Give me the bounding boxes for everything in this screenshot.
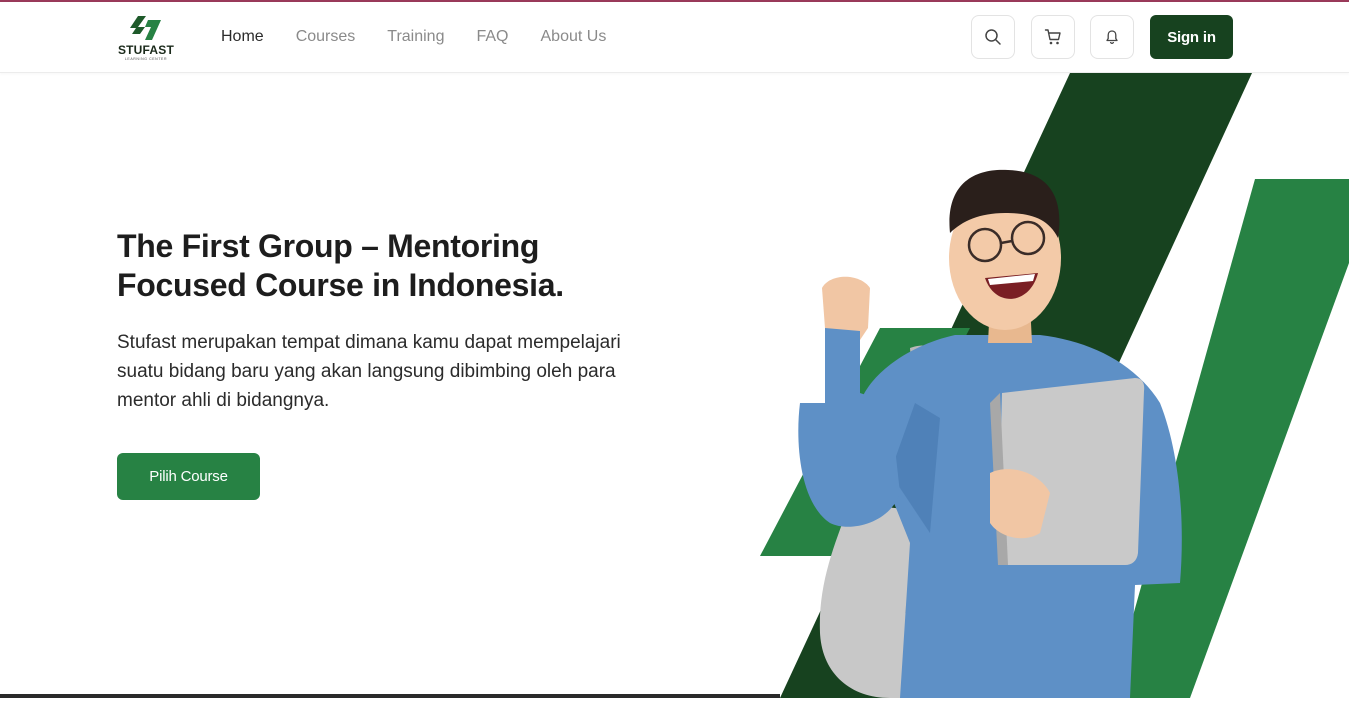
notification-button[interactable] xyxy=(1090,15,1134,59)
nav-courses[interactable]: Courses xyxy=(296,27,356,47)
nav-training[interactable]: Training xyxy=(387,27,444,47)
pilih-course-button[interactable]: Pilih Course xyxy=(117,453,260,500)
nav-home[interactable]: Home xyxy=(221,27,264,47)
logo[interactable]: STUFAST LEARNING CENTER xyxy=(116,14,176,62)
search-button[interactable] xyxy=(971,15,1015,59)
cart-button[interactable] xyxy=(1031,15,1075,59)
hero-desc-line-1: Stufast merupakan tempat dimana kamu dap… xyxy=(117,332,621,353)
bottom-divider xyxy=(0,694,780,698)
bell-icon xyxy=(1106,30,1118,45)
stufast-logo-icon xyxy=(130,16,161,40)
search-icon xyxy=(985,29,1001,45)
nav-about-us[interactable]: About Us xyxy=(541,27,607,47)
hero-desc-line-3: mentor ahli di bidangnya. xyxy=(117,390,330,411)
nav-faq[interactable]: FAQ xyxy=(476,27,508,47)
main-nav: Home Courses Training FAQ About Us xyxy=(221,27,638,47)
hero-title: The First Group – Mentoring Focused Cour… xyxy=(117,227,637,305)
hero-desc-line-2: suatu bidang baru yang akan langsung dib… xyxy=(117,361,616,382)
hero-graphic xyxy=(760,73,1349,698)
brand-name: STUFAST xyxy=(117,43,175,57)
navbar: STUFAST LEARNING CENTER Home Courses Tra… xyxy=(0,2,1349,73)
hero-description: Stufast merupakan tempat dimana kamu dap… xyxy=(117,328,677,415)
cart-icon xyxy=(1044,29,1061,45)
hero-illustration xyxy=(740,73,1349,698)
hero-title-line-2: Focused Course in Indonesia. xyxy=(117,267,564,303)
brand-tagline: LEARNING CENTER xyxy=(124,57,168,61)
sign-in-button[interactable]: Sign in xyxy=(1150,15,1233,59)
hero-title-line-1: The First Group – Mentoring xyxy=(117,228,540,264)
